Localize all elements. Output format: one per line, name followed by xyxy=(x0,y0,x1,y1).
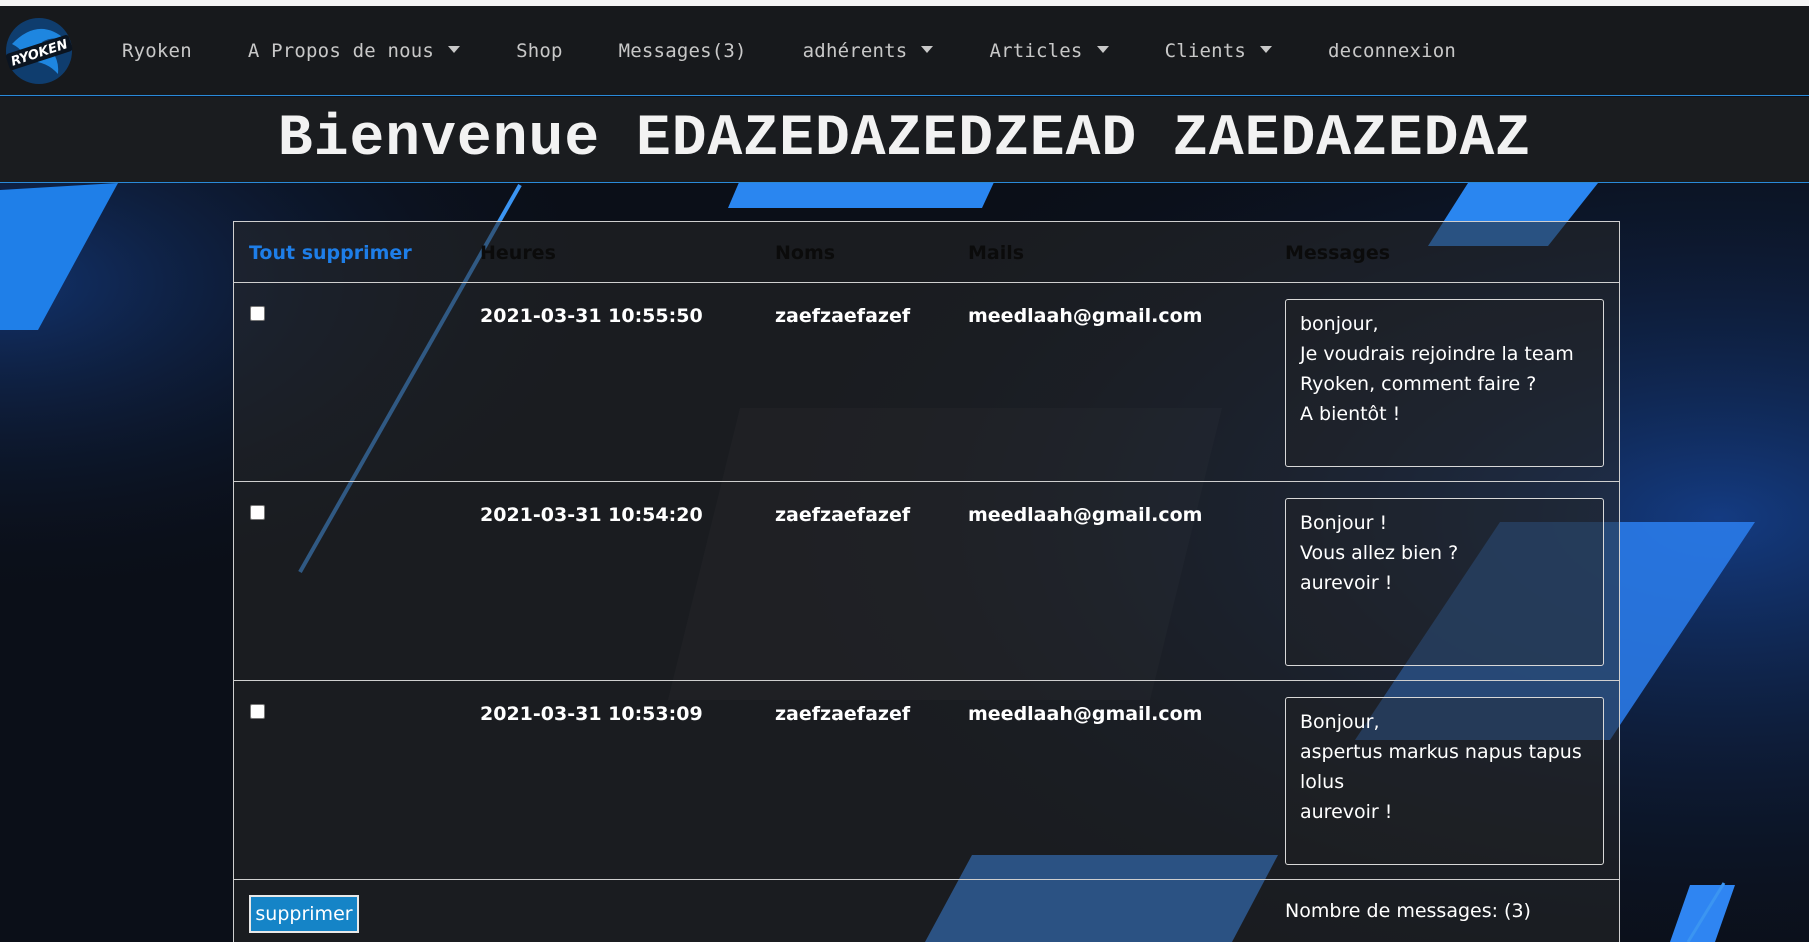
message-time: 2021-03-31 10:53:09 xyxy=(480,703,703,725)
nav-item-deconnexion[interactable]: deconnexion xyxy=(1328,40,1456,62)
chevron-down-icon xyxy=(1260,45,1273,53)
message-textarea[interactable]: Bonjour ! Vous allez bien ? aurevoir ! xyxy=(1285,498,1604,666)
message-line: Je voudrais rejoindre la team xyxy=(1300,343,1574,365)
navbar: RYOKEN Ryoken A Propos de nous Shop Mess… xyxy=(0,6,1809,96)
table-row: 2021-03-31 10:55:50 zaefzaefazef meedlaa… xyxy=(234,283,1619,482)
table-header: Tout supprimer Heures Noms Mails Message… xyxy=(234,222,1619,283)
sender-name: zaefzaefazef xyxy=(775,305,911,327)
sender-name: zaefzaefazef xyxy=(775,703,911,725)
nav-item-a-propos[interactable]: A Propos de nous xyxy=(247,40,461,62)
welcome-banner: Bienvenue EDAZEDAZEDZEAD ZAEDAZEDAZ xyxy=(0,97,1809,183)
column-header-names: Noms xyxy=(775,242,836,264)
table-row: 2021-03-31 10:53:09 zaefzaefazef meedlaa… xyxy=(234,681,1619,880)
message-time: 2021-03-31 10:55:50 xyxy=(480,305,703,327)
message-line: aspertus markus napus tapus xyxy=(1300,741,1582,763)
sender-mail: meedlaah@gmail.com xyxy=(968,305,1203,327)
table-row: 2021-03-31 10:54:20 zaefzaefazef meedlaa… xyxy=(234,482,1619,681)
message-time: 2021-03-31 10:54:20 xyxy=(480,504,703,526)
sender-mail: meedlaah@gmail.com xyxy=(968,504,1203,526)
chevron-down-icon xyxy=(448,45,461,53)
row-checkbox[interactable] xyxy=(250,306,265,321)
sender-name: zaefzaefazef xyxy=(775,504,911,526)
sender-mail: meedlaah@gmail.com xyxy=(968,703,1203,725)
nav-item-shop[interactable]: Shop xyxy=(516,40,563,62)
nav-menu: Ryoken A Propos de nous Shop Messages(3)… xyxy=(122,6,1512,96)
chevron-down-icon xyxy=(921,45,934,53)
message-line: lolus xyxy=(1300,771,1345,793)
message-line: bonjour, xyxy=(1300,313,1379,335)
nav-item-label: deconnexion xyxy=(1328,40,1457,62)
messages-table: Tout supprimer Heures Noms Mails Message… xyxy=(233,221,1620,942)
column-header-messages: Messages xyxy=(1285,242,1391,264)
page-title: Bienvenue EDAZEDAZEDZEAD ZAEDAZEDAZ xyxy=(277,107,1532,172)
nav-item-label: Articles xyxy=(989,40,1083,62)
message-line: Bonjour, xyxy=(1300,711,1380,733)
nav-item-label: A Propos de nous xyxy=(247,40,435,62)
nav-item-articles[interactable]: Articles xyxy=(989,40,1109,62)
delete-all-link[interactable]: Tout supprimer xyxy=(249,242,412,264)
message-count: Nombre de messages: (3) xyxy=(1285,900,1531,922)
nav-item-label: Shop xyxy=(516,40,563,62)
column-header-hours: Heures xyxy=(480,242,556,264)
message-line: Bonjour ! xyxy=(1300,512,1388,534)
message-line: Ryoken, comment faire ? xyxy=(1300,373,1537,395)
chevron-down-icon xyxy=(1096,45,1109,53)
column-header-mails: Mails xyxy=(968,242,1025,264)
nav-item-ryoken[interactable]: Ryoken xyxy=(122,40,192,62)
nav-item-messages[interactable]: Messages(3) xyxy=(619,40,747,62)
table-footer: supprimer Nombre de messages: (3) xyxy=(234,880,1619,942)
row-checkbox[interactable] xyxy=(250,505,265,520)
nav-item-clients[interactable]: Clients xyxy=(1164,40,1273,62)
delete-button[interactable]: supprimer xyxy=(249,895,359,933)
ryoken-logo[interactable]: RYOKEN xyxy=(2,14,76,88)
message-line: aurevoir ! xyxy=(1300,572,1393,594)
message-textarea[interactable]: bonjour, Je voudrais rejoindre la team R… xyxy=(1285,299,1604,467)
nav-item-label: adhérents xyxy=(802,40,908,62)
message-line: Vous allez bien ? xyxy=(1300,542,1459,564)
message-textarea[interactable]: Bonjour, aspertus markus napus tapus lol… xyxy=(1285,697,1604,865)
message-line: A bientôt ! xyxy=(1300,403,1401,425)
nav-item-label: Clients xyxy=(1164,40,1247,62)
row-checkbox[interactable] xyxy=(250,704,265,719)
message-line: aurevoir ! xyxy=(1300,801,1393,823)
nav-item-adherents[interactable]: adhérents xyxy=(803,40,934,62)
nav-item-label: Messages(3) xyxy=(618,40,747,62)
nav-item-label: Ryoken xyxy=(122,40,192,62)
